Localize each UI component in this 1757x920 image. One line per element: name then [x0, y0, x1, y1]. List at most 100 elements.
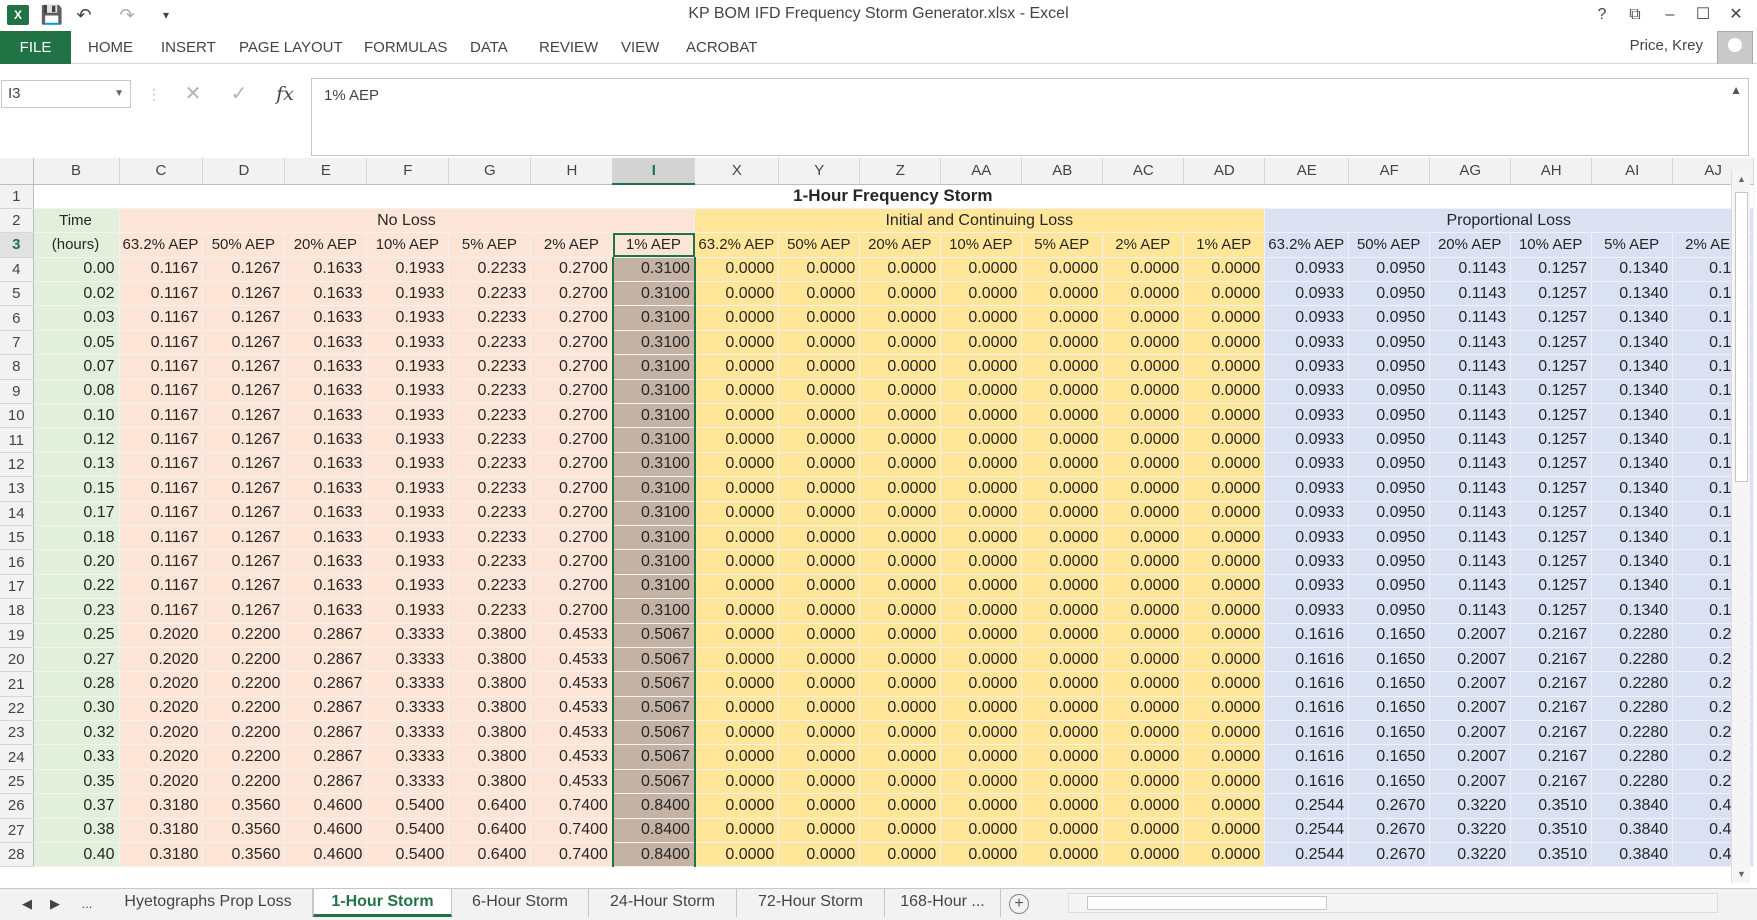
row-header-16[interactable]: 16: [0, 549, 34, 575]
data-cell[interactable]: 0.0000: [694, 769, 780, 795]
data-cell[interactable]: 0.0000: [1021, 476, 1104, 502]
data-cell[interactable]: 0.0950: [1348, 501, 1431, 526]
data-cell[interactable]: 0.5067: [611, 623, 696, 648]
tab-acrobat[interactable]: ACROBAT: [686, 31, 757, 64]
data-cell[interactable]: 0.1143: [1429, 379, 1512, 405]
data-cell[interactable]: 0.2544: [1264, 793, 1350, 819]
aep-header-cell[interactable]: 2% AEP: [530, 232, 614, 258]
time-units-cell[interactable]: (hours): [33, 232, 120, 258]
data-cell[interactable]: 0.0000: [778, 257, 861, 283]
data-cell[interactable]: 0.0933: [1264, 452, 1350, 478]
data-cell[interactable]: 0.1933: [366, 354, 450, 380]
data-cell[interactable]: 0.1933: [366, 257, 450, 283]
row-header-3[interactable]: 3: [0, 232, 34, 258]
data-cell[interactable]: 0.0000: [1102, 452, 1185, 478]
data-cell[interactable]: 0.0000: [940, 525, 1023, 551]
data-cell[interactable]: 0.1257: [1510, 379, 1593, 405]
data-cell[interactable]: 0.0000: [940, 647, 1023, 673]
row-header-13[interactable]: 13: [0, 476, 34, 502]
data-cell[interactable]: 0.2867: [284, 671, 368, 697]
data-cell[interactable]: 0.2280: [1591, 720, 1674, 746]
data-cell[interactable]: 0.3100: [611, 598, 696, 624]
data-cell[interactable]: 0.0000: [1102, 354, 1185, 380]
data-cell[interactable]: 0.1257: [1510, 403, 1593, 429]
tab-formulas[interactable]: FORMULAS: [364, 31, 447, 64]
data-cell[interactable]: 0.1633: [284, 525, 368, 551]
data-cell[interactable]: 0.5067: [611, 744, 696, 770]
data-cell[interactable]: 0.0000: [940, 598, 1023, 624]
data-cell[interactable]: 0.0000: [1183, 720, 1266, 746]
user-account-name[interactable]: Price, Krey: [1630, 37, 1703, 54]
data-cell[interactable]: 0.1167: [119, 403, 204, 429]
data-cell[interactable]: 0.1933: [366, 403, 450, 429]
data-cell[interactable]: 0.1340: [1591, 403, 1674, 429]
sheet-tabs-overflow[interactable]: ...: [76, 893, 98, 915]
sheet-tab-24-hour-storm[interactable]: 24-Hour Storm: [589, 889, 737, 917]
data-cell[interactable]: 0.2280: [1591, 769, 1674, 795]
data-cell[interactable]: 0.0000: [1183, 842, 1266, 868]
data-cell[interactable]: 0.1267: [202, 257, 286, 283]
data-cell[interactable]: 0.0000: [778, 427, 861, 453]
data-cell[interactable]: 0.1267: [202, 379, 286, 405]
data-cell[interactable]: 0.3800: [448, 744, 532, 770]
data-cell[interactable]: 0.5067: [611, 671, 696, 697]
data-cell[interactable]: 0.3510: [1510, 842, 1593, 868]
data-cell[interactable]: 0.2020: [119, 623, 204, 648]
group-header-proportional-loss[interactable]: Proportional Loss: [1264, 208, 1755, 234]
data-cell[interactable]: 0.3180: [119, 818, 204, 844]
data-cell[interactable]: 0.0000: [1183, 744, 1266, 770]
data-cell[interactable]: 0.2280: [1591, 671, 1674, 697]
data-cell[interactable]: 0.1167: [119, 501, 204, 526]
data-cell[interactable]: 0.3333: [366, 671, 450, 697]
data-cell[interactable]: 0.3100: [611, 403, 696, 429]
chevron-down-icon[interactable]: ▼: [114, 81, 124, 107]
data-cell[interactable]: 0.2200: [202, 671, 286, 697]
data-cell[interactable]: 0.0000: [1102, 574, 1185, 600]
data-cell[interactable]: 0.0000: [1183, 305, 1266, 331]
data-cell[interactable]: 0.1650: [1348, 647, 1431, 673]
data-cell[interactable]: 0.1267: [202, 476, 286, 502]
data-cell[interactable]: 0.02: [33, 281, 120, 307]
data-cell[interactable]: 0.0000: [940, 720, 1023, 746]
data-cell[interactable]: 0.0000: [1102, 818, 1185, 844]
column-header-d[interactable]: D: [202, 158, 286, 185]
data-cell[interactable]: 0.0000: [694, 476, 780, 502]
data-cell[interactable]: 0.1267: [202, 427, 286, 453]
data-cell[interactable]: 0.0000: [1183, 354, 1266, 380]
data-cell[interactable]: 0.2233: [448, 330, 532, 356]
sheet-tab-1-hour-storm[interactable]: 1-Hour Storm: [313, 889, 452, 917]
data-cell[interactable]: 0.0933: [1264, 525, 1350, 551]
data-cell[interactable]: 0.1650: [1348, 623, 1431, 648]
data-cell[interactable]: 0.0000: [694, 257, 780, 283]
data-cell[interactable]: 0.1933: [366, 305, 450, 331]
data-cell[interactable]: 0.2167: [1510, 720, 1593, 746]
data-cell[interactable]: 0.2007: [1429, 769, 1512, 795]
data-cell[interactable]: 0.1633: [284, 403, 368, 429]
data-cell[interactable]: 0.2233: [448, 501, 532, 526]
data-cell[interactable]: 0.1267: [202, 574, 286, 600]
data-cell[interactable]: 0.1257: [1510, 525, 1593, 551]
data-cell[interactable]: 0.0000: [940, 549, 1023, 575]
data-cell[interactable]: 0.0000: [778, 696, 861, 722]
data-cell[interactable]: 0.3510: [1510, 793, 1593, 819]
data-cell[interactable]: 0.1167: [119, 257, 204, 283]
data-cell[interactable]: 0.1257: [1510, 330, 1593, 356]
sheet-nav-prev-icon[interactable]: ◀: [16, 893, 38, 915]
data-cell[interactable]: 0.3100: [611, 549, 696, 575]
data-cell[interactable]: 0.1143: [1429, 305, 1512, 331]
data-cell[interactable]: 0.0000: [859, 281, 942, 307]
data-cell[interactable]: 0.1616: [1264, 744, 1350, 770]
data-cell[interactable]: 0.0000: [940, 769, 1023, 795]
data-cell[interactable]: 0.2020: [119, 769, 204, 795]
data-cell[interactable]: 0.0000: [694, 598, 780, 624]
data-cell[interactable]: 0.12: [33, 427, 120, 453]
data-cell[interactable]: 0.3100: [611, 257, 696, 283]
data-cell[interactable]: 0.1167: [119, 452, 204, 478]
data-cell[interactable]: 0.2867: [284, 769, 368, 795]
data-cell[interactable]: 0.3840: [1591, 842, 1674, 868]
data-cell[interactable]: 0.0000: [778, 647, 861, 673]
data-cell[interactable]: 0.1633: [284, 354, 368, 380]
data-cell[interactable]: 0.4533: [530, 696, 614, 722]
data-cell[interactable]: 0.0000: [778, 501, 861, 526]
data-cell[interactable]: 0.0000: [1102, 793, 1185, 819]
